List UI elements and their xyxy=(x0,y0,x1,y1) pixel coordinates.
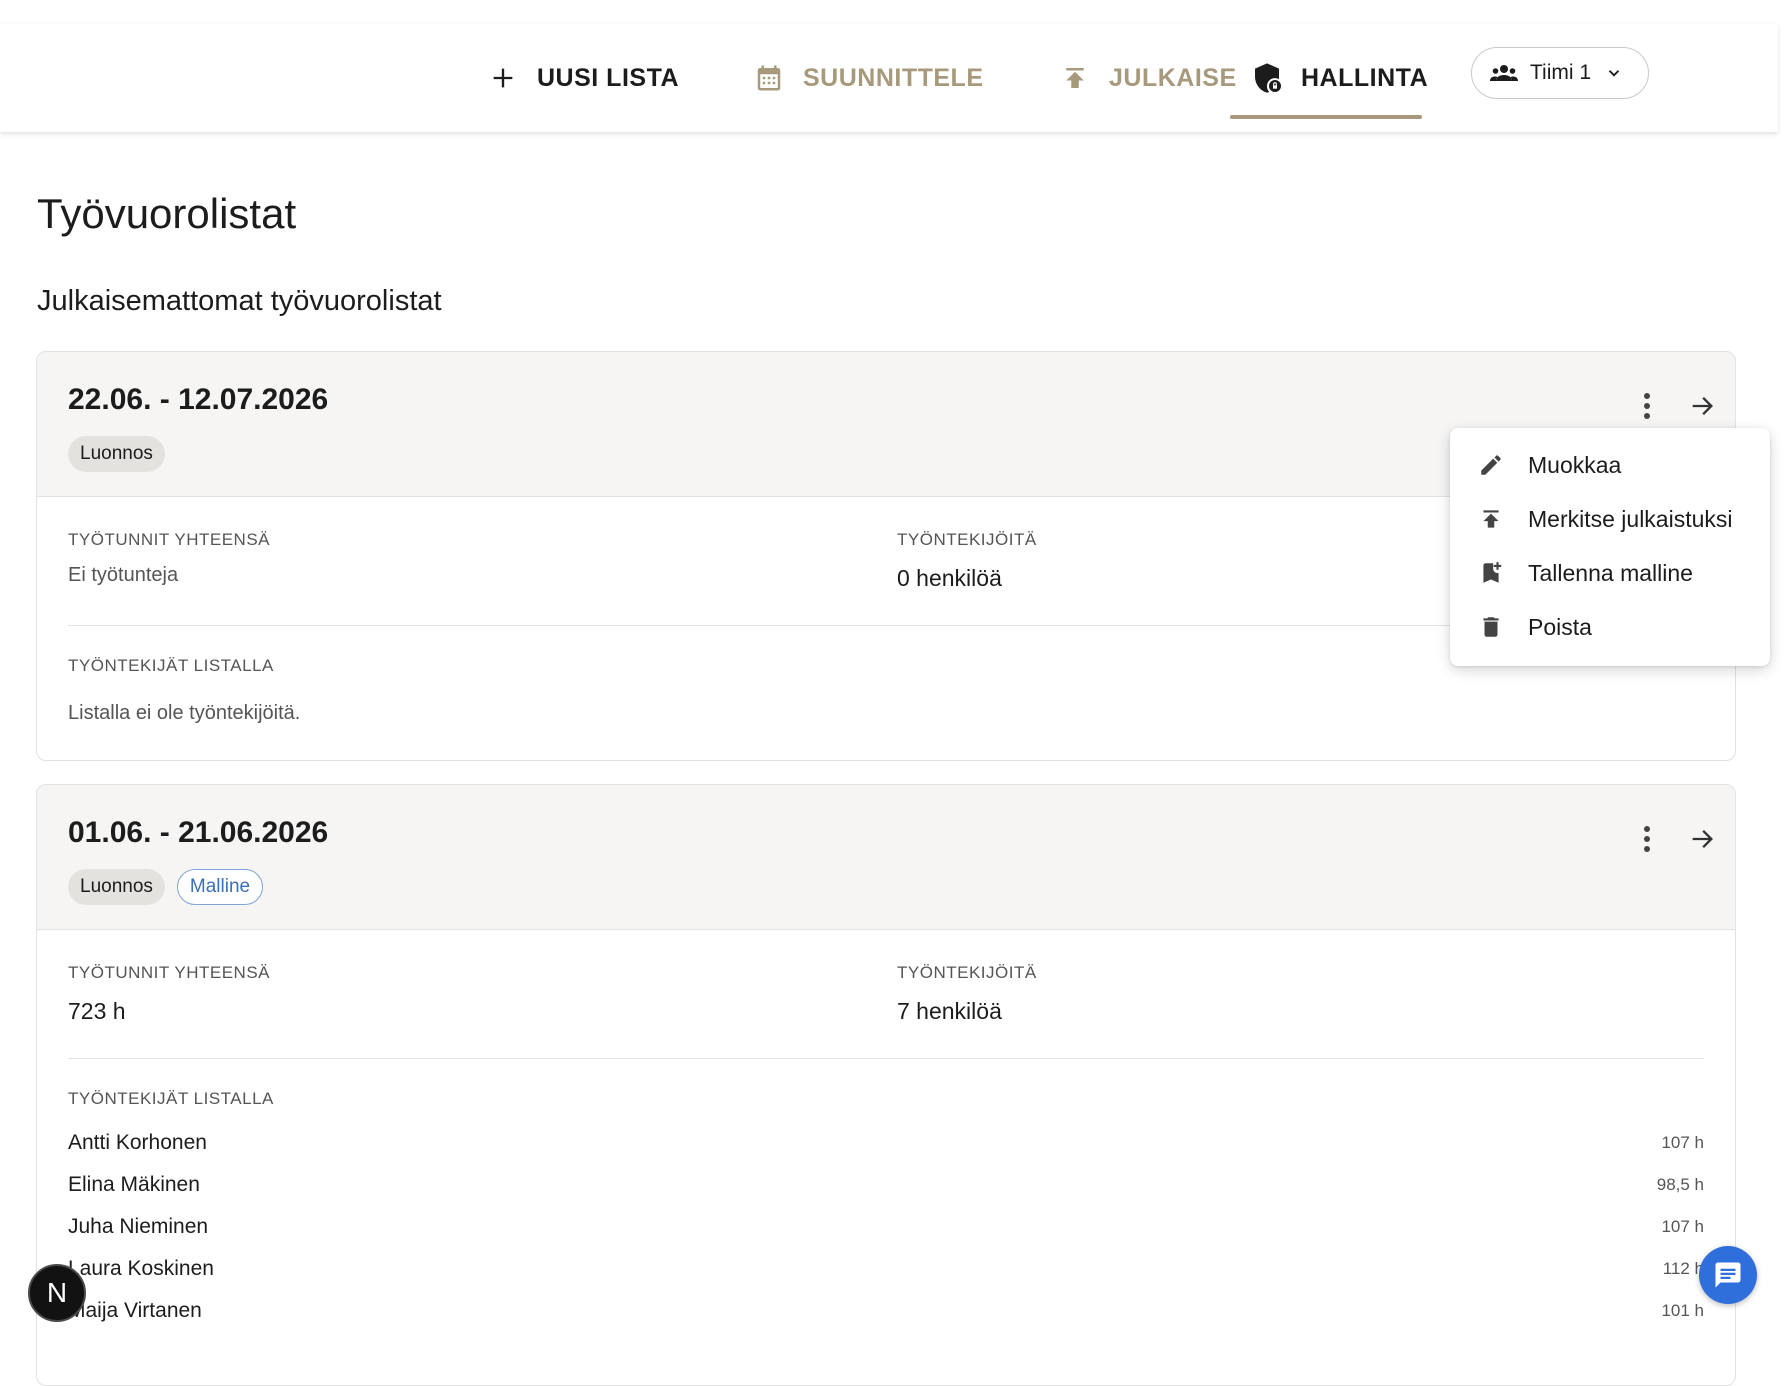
employee-row: Antti Korhonen 107 h xyxy=(68,1131,1704,1161)
nav-new-list-label: UUSI LISTA xyxy=(537,63,680,92)
nav-plan-label: SUUNNITTELE xyxy=(803,63,984,92)
menu-item-save-template[interactable]: Tallenna malline xyxy=(1450,546,1770,600)
total-hours-label: TYÖTUNNIT YHTEENSÄ xyxy=(68,530,271,549)
employee-list-label: TYÖNTEKIJÄT LISTALLA xyxy=(68,656,274,675)
total-hours-label: TYÖTUNNIT YHTEENSÄ xyxy=(68,963,271,982)
menu-item-delete[interactable]: Poista xyxy=(1450,600,1770,654)
schedule-card: 01.06. - 21.06.2026 Luonnos Malline TYÖT… xyxy=(36,784,1736,1386)
card-actions-menu: Muokkaa Merkitse julkaistuksi Tallenna m… xyxy=(1450,428,1770,666)
page-title: Työvuorolistat xyxy=(37,190,297,237)
card-chips: Luonnos Malline xyxy=(68,869,264,905)
employee-hours: 112 h xyxy=(1662,1259,1704,1278)
pencil-icon xyxy=(1476,450,1506,480)
menu-item-delete-label: Poista xyxy=(1528,613,1592,640)
employee-name: Elina Mäkinen xyxy=(68,1173,200,1196)
employee-name: Laura Koskinen xyxy=(68,1257,214,1280)
menu-item-mark-published-label: Merkitse julkaistuksi xyxy=(1528,505,1733,532)
top-navigation-bar: UUSI LISTA SUUNNITTELE JULKAISE HALLINTA… xyxy=(0,24,1778,132)
menu-item-mark-published[interactable]: Merkitse julkaistuksi xyxy=(1450,492,1770,546)
menu-item-edit-label: Muokkaa xyxy=(1528,451,1622,478)
nav-publish[interactable]: JULKAISE xyxy=(1059,24,1237,132)
calendar-icon xyxy=(753,62,785,94)
employee-hours: 101 h xyxy=(1661,1301,1704,1320)
plus-icon xyxy=(487,62,519,94)
nav-new-list[interactable]: UUSI LISTA xyxy=(487,24,679,132)
employee-name: Juha Nieminen xyxy=(68,1215,209,1238)
menu-item-edit[interactable]: Muokkaa xyxy=(1450,438,1770,492)
employees-count-value: 0 henkilöä xyxy=(897,565,1002,591)
menu-item-save-template-label: Tallenna malline xyxy=(1528,559,1693,586)
status-badge-draft: Luonnos xyxy=(68,436,165,472)
total-hours-value: 723 h xyxy=(68,998,126,1024)
employee-hours: 107 h xyxy=(1661,1133,1704,1152)
more-vert-icon[interactable] xyxy=(1627,819,1667,859)
employee-list-label: TYÖNTEKIJÄT LISTALLA xyxy=(68,1089,274,1108)
employees-count-label: TYÖNTEKIJÖITÄ xyxy=(897,530,1037,549)
card-date-range: 01.06. - 21.06.2026 xyxy=(68,816,329,849)
chat-button[interactable] xyxy=(1699,1246,1757,1304)
group-icon xyxy=(1490,63,1518,83)
chat-icon xyxy=(1713,1260,1743,1290)
employees-count-value: 7 henkilöä xyxy=(897,998,1002,1024)
card-divider xyxy=(68,1058,1704,1059)
section-title: Julkaisemattomat työvuorolistat xyxy=(37,285,442,317)
trash-icon xyxy=(1476,612,1506,642)
empty-employee-list-text: Listalla ei ole työntekijöitä. xyxy=(68,702,301,724)
employee-hours: 98,5 h xyxy=(1656,1175,1704,1194)
employee-row: Juha Nieminen 107 h xyxy=(68,1215,1704,1245)
employees-count-label: TYÖNTEKIJÖITÄ xyxy=(897,963,1037,982)
employee-name: Antti Korhonen xyxy=(68,1131,207,1154)
employee-hours: 107 h xyxy=(1661,1217,1704,1236)
nav-plan[interactable]: SUUNNITTELE xyxy=(753,24,984,132)
employee-row: Maija Virtanen 101 h xyxy=(68,1299,1704,1329)
team-selector[interactable]: Tiimi 1 xyxy=(1471,47,1649,99)
more-vert-icon[interactable] xyxy=(1627,386,1667,426)
publish-icon xyxy=(1059,62,1091,94)
dev-tools-badge-letter: N xyxy=(46,1277,68,1308)
dev-tools-badge[interactable]: N xyxy=(28,1264,86,1322)
employee-row: Elina Mäkinen 98,5 h xyxy=(68,1173,1704,1203)
chevron-down-icon xyxy=(1605,64,1623,82)
publish-icon xyxy=(1476,504,1506,534)
status-badge-template: Malline xyxy=(176,869,264,905)
active-tab-indicator xyxy=(1230,115,1422,119)
nav-publish-label: JULKAISE xyxy=(1109,63,1237,92)
employee-name: Maija Virtanen xyxy=(68,1299,202,1322)
bookmark-add-icon xyxy=(1476,558,1506,588)
total-hours-value: Ei työtunteja xyxy=(68,564,179,586)
employee-row: Laura Koskinen 112 h xyxy=(68,1257,1704,1287)
team-selector-label: Tiimi 1 xyxy=(1530,61,1592,84)
arrow-right-icon[interactable] xyxy=(1682,819,1722,859)
arrow-right-icon[interactable] xyxy=(1682,386,1722,426)
card-header: 01.06. - 21.06.2026 Luonnos Malline xyxy=(37,785,1735,930)
card-chips: Luonnos xyxy=(68,436,165,472)
nav-admin-label: HALLINTA xyxy=(1301,63,1429,92)
card-date-range: 22.06. - 12.07.2026 xyxy=(68,383,329,416)
shield-lock-icon xyxy=(1251,62,1283,94)
status-badge-draft: Luonnos xyxy=(68,869,165,905)
